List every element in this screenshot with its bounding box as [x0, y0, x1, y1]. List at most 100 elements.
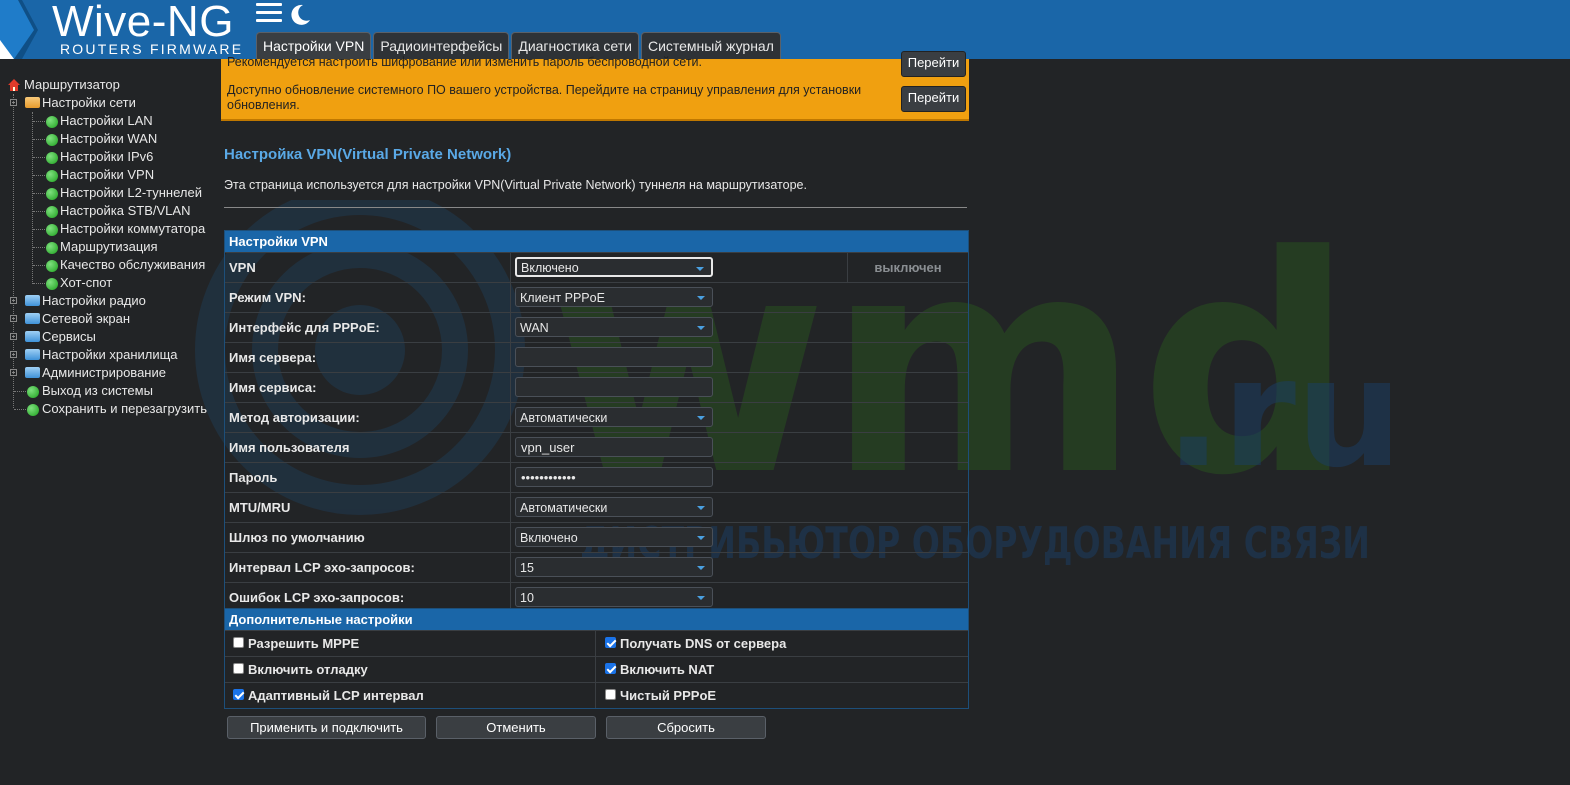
- sidebar-item-hotspot[interactable]: Хот-спот: [6, 274, 216, 292]
- mppe-option[interactable]: Разрешить MPPE: [225, 631, 596, 656]
- logo-triangle-icon: [0, 0, 38, 59]
- password-input[interactable]: ••••••••••••: [515, 467, 713, 487]
- reset-button[interactable]: Сбросить: [606, 716, 766, 739]
- green-dot-icon: [46, 260, 58, 272]
- username-input[interactable]: vpn_user: [515, 437, 713, 457]
- sidebar-item-label: Качество обслуживания: [60, 257, 206, 272]
- sidebar-item-save-reboot[interactable]: Сохранить и перезагрузить: [6, 400, 216, 418]
- mtu-label: MTU/MRU: [225, 493, 511, 522]
- sidebar-item-network[interactable]: Настройки сети: [6, 94, 216, 112]
- sidebar-item-routing[interactable]: Маршрутизация: [6, 238, 216, 256]
- debug-checkbox[interactable]: [233, 663, 244, 674]
- expand-icon[interactable]: [10, 333, 17, 340]
- apply-connect-button[interactable]: Применить и подключить: [227, 716, 426, 739]
- tree-line: [33, 211, 45, 212]
- chevron-down-icon: [697, 416, 705, 420]
- vpn-label: VPN: [225, 253, 511, 282]
- sidebar-item-lan[interactable]: Настройки LAN: [6, 112, 216, 130]
- row-server-name: Имя сервера:: [225, 342, 968, 372]
- dns-checkbox[interactable]: [605, 637, 616, 648]
- green-dot-icon: [46, 170, 58, 182]
- sidebar-item-label: Настройки IPv6: [60, 149, 154, 164]
- goto-wifi-button[interactable]: Перейти: [901, 51, 966, 77]
- nat-checkbox[interactable]: [605, 663, 616, 674]
- row-lcp-interval: Интервал LCP эхо-запросов: 15: [225, 552, 968, 582]
- chevron-down-icon: [696, 267, 704, 271]
- expand-icon[interactable]: [10, 297, 17, 304]
- row-vpn-mode: Режим VPN: Клиент PPPoE: [225, 282, 968, 312]
- row-username: Имя пользователя vpn_user: [225, 432, 968, 462]
- sidebar-item-wan[interactable]: Настройки WAN: [6, 130, 216, 148]
- hamburger-menu-icon[interactable]: [256, 3, 282, 27]
- sidebar-item-radio[interactable]: Настройки радио: [6, 292, 216, 310]
- tree-line: [33, 247, 45, 248]
- moon-theme-icon[interactable]: [288, 3, 312, 27]
- auth-method-select[interactable]: Автоматически: [515, 407, 713, 427]
- router-home-icon: [8, 79, 20, 91]
- header-bar: Wive-NG ROUTERS FIRMWARE Настройки VPN Р…: [0, 0, 1570, 59]
- sidebar-item-l2-tunnels[interactable]: Настройки L2-туннелей: [6, 184, 216, 202]
- chevron-down-icon: [697, 566, 705, 570]
- expand-icon[interactable]: [10, 369, 17, 376]
- lcp-interval-select[interactable]: 15: [515, 557, 713, 577]
- vpn-mode-label: Режим VPN:: [225, 283, 511, 312]
- row-mtu: MTU/MRU Автоматически: [225, 492, 968, 522]
- service-name-label: Имя сервиса:: [225, 373, 511, 402]
- lcp-errors-select[interactable]: 10: [515, 587, 713, 607]
- green-dot-icon: [27, 404, 39, 416]
- chevron-down-icon: [697, 296, 705, 300]
- server-name-input[interactable]: [515, 347, 713, 367]
- sidebar-item-label: Настройка STB/VLAN: [60, 203, 191, 218]
- sidebar-item-label: Настройки радио: [42, 293, 146, 308]
- vpn-mode-select[interactable]: Клиент PPPoE: [515, 287, 713, 307]
- default-gateway-select[interactable]: Включено: [515, 527, 713, 547]
- tree-line: [33, 139, 45, 140]
- dns-label: Получать DNS от сервера: [620, 636, 787, 651]
- collapse-icon[interactable]: [10, 99, 17, 106]
- lcp-adaptive-checkbox[interactable]: [233, 689, 244, 700]
- sidebar-root-label: Маршрутизатор: [24, 77, 120, 92]
- tree-line: [33, 175, 45, 176]
- sidebar-item-qos[interactable]: Качество обслуживания: [6, 256, 216, 274]
- green-dot-icon: [46, 206, 58, 218]
- green-dot-icon: [46, 188, 58, 200]
- sidebar-item-label: Настройки сети: [42, 95, 136, 110]
- sidebar-item-switch[interactable]: Настройки коммутатора: [6, 220, 216, 238]
- service-name-input[interactable]: [515, 377, 713, 397]
- sidebar-item-ipv6[interactable]: Настройки IPv6: [6, 148, 216, 166]
- pure-pppoe-checkbox[interactable]: [605, 689, 616, 700]
- vpn-enable-select[interactable]: Включено: [515, 257, 713, 277]
- sidebar-item-label: Настройки L2-туннелей: [60, 185, 202, 200]
- chevron-down-icon: [697, 326, 705, 330]
- cancel-button[interactable]: Отменить: [436, 716, 596, 739]
- tree-line: [14, 409, 26, 410]
- mtu-select[interactable]: Автоматически: [515, 497, 713, 517]
- goto-update-button[interactable]: Перейти: [901, 86, 966, 112]
- expand-icon[interactable]: [10, 315, 17, 322]
- lcp-adaptive-option[interactable]: Адаптивный LCP интервал: [225, 683, 596, 708]
- sidebar-item-services[interactable]: Сервисы: [6, 328, 216, 346]
- sidebar-item-label: Настройки хранилища: [42, 347, 178, 362]
- lcp-adaptive-label: Адаптивный LCP интервал: [248, 688, 424, 703]
- sidebar-item-label: Выход из системы: [42, 383, 153, 398]
- debug-option[interactable]: Включить отладку: [225, 657, 596, 682]
- auth-method-label: Метод авторизации:: [225, 403, 511, 432]
- sidebar-item-firewall[interactable]: Сетевой экран: [6, 310, 216, 328]
- sidebar-item-logout[interactable]: Выход из системы: [6, 382, 216, 400]
- sidebar-item-label: Настройки коммутатора: [60, 221, 206, 236]
- nat-option[interactable]: Включить NAT: [597, 657, 968, 682]
- sidebar-item-admin[interactable]: Администрирование: [6, 364, 216, 382]
- mppe-checkbox[interactable]: [233, 637, 244, 648]
- sidebar-root[interactable]: Маршрутизатор: [6, 76, 216, 94]
- pppoe-interface-select[interactable]: WAN: [515, 317, 713, 337]
- sidebar-item-storage[interactable]: Настройки хранилища: [6, 346, 216, 364]
- tree-line: [33, 121, 45, 122]
- pure-pppoe-option[interactable]: Чистый PPPoE: [597, 683, 968, 708]
- row-service-name: Имя сервиса:: [225, 372, 968, 402]
- expand-icon[interactable]: [10, 351, 17, 358]
- sidebar-item-vpn[interactable]: Настройки VPN: [6, 166, 216, 184]
- sidebar-item-stb-vlan[interactable]: Настройка STB/VLAN: [6, 202, 216, 220]
- green-dot-icon: [46, 134, 58, 146]
- dns-option[interactable]: Получать DNS от сервера: [597, 631, 968, 656]
- green-dot-icon: [46, 116, 58, 128]
